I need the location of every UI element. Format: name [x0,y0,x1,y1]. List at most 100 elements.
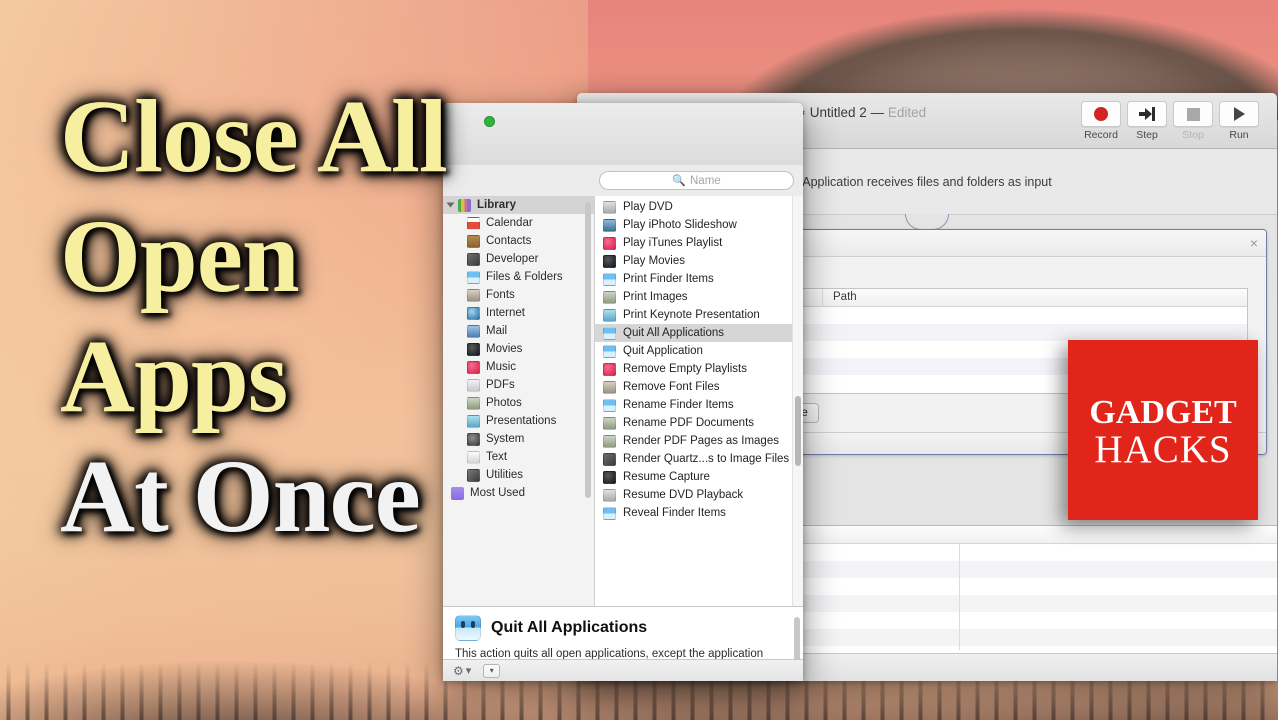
sidebar-item-system[interactable]: System [443,430,594,448]
library-description-pane: Quit All Applications This action quits … [443,606,803,659]
action-list-item[interactable]: Remove Empty Playlists [595,360,803,378]
action-list-item[interactable]: Rename Finder Items [595,396,803,414]
sidebar-root-library[interactable]: Library [443,196,594,214]
sidebar-item-internet[interactable]: Internet [443,304,594,322]
finder-face-icon [603,506,616,520]
sidebar-item-label: Mail [486,325,508,337]
sidebar-item-label: Music [486,361,517,373]
step-button[interactable]: Step [1127,101,1167,141]
sidebar-item-label: Text [486,451,508,463]
quicktime-icon [603,254,616,268]
sidebar-item-label: Internet [486,307,525,319]
maximize-green-button[interactable] [484,116,495,127]
system-gear-icon [467,432,480,446]
sidebar-item-contacts[interactable]: Contacts [443,232,594,250]
column-header-path[interactable]: Path [823,289,1247,306]
action-list-item[interactable]: Resume Capture [595,468,803,486]
step-arrow-icon [1127,101,1167,127]
automator-toolbar[interactable]: Record Step Stop Run [1081,101,1259,141]
action-list-item-label: Render PDF Pages as Images [623,435,779,447]
workflow-input-text: Application receives files and folders a… [802,174,1052,189]
finder-face-icon [603,398,616,412]
sidebar-item-label: Files & Folders [486,271,563,283]
sidebar-item-most-used[interactable]: Most Used [443,484,594,502]
sidebar-item-calendar[interactable]: Calendar [443,214,594,232]
pdf-page-icon [467,378,480,392]
stop-button[interactable]: Stop [1173,101,1213,141]
search-icon: 🔍 [672,175,686,187]
calendar-icon [467,216,480,230]
action-list-item-label: Rename PDF Documents [623,417,755,429]
sidebar-item-photos[interactable]: Photos [443,394,594,412]
search-placeholder: Name [690,174,721,187]
description-toggle-button[interactable]: ▾ [483,663,501,678]
keynote-podium-icon [467,414,480,428]
most-used-folder-icon [451,486,464,500]
library-bottom-bar[interactable]: ⚙ ▾ ▾ [443,659,803,681]
contacts-book-icon [467,234,480,248]
fontbook-icon [603,380,616,394]
action-list-item[interactable]: Print Images [595,288,803,306]
library-titlebar[interactable] [443,103,803,165]
sidebar-item-mail[interactable]: Mail [443,322,594,340]
sidebar-item-fonts[interactable]: Fonts [443,286,594,304]
sidebar-item-utilities[interactable]: Utilities [443,466,594,484]
action-list-item-label: Play iTunes Playlist [623,237,723,249]
action-list-item[interactable]: Reveal Finder Items [595,504,803,522]
library-body: Library Calendar Contacts Developer Files &… [443,196,803,606]
action-list-item[interactable]: Print Keynote Presentation [595,306,803,324]
action-list-item[interactable]: Quit All Applications [595,324,803,342]
logo-word-hacks: HACKS [1094,427,1232,471]
sidebar-item-label: Movies [486,343,523,355]
action-list-item-label: Resume DVD Playback [623,489,744,501]
action-list-item[interactable]: Print Finder Items [595,270,803,288]
sidebar-item-music[interactable]: Music [443,358,594,376]
action-list-item-label: Reveal Finder Items [623,507,726,519]
description-scrollbar[interactable] [794,617,800,659]
action-list-item-label: Remove Font Files [623,381,720,393]
finder-face-icon [603,272,616,286]
action-list-item[interactable]: Rename PDF Documents [595,414,803,432]
close-icon[interactable]: × [1250,236,1258,250]
action-list-item[interactable]: Resume DVD Playback [595,486,803,504]
automator-document-name: Untitled 2 [809,105,867,120]
finder-face-icon [603,326,616,340]
library-actions-list[interactable]: Play DVD Play iPhoto Slideshow Play iTunes… [595,196,803,606]
action-list-item-label: Rename Finder Items [623,399,734,411]
sidebar-item-label: Utilities [486,469,524,481]
run-button[interactable]: Run [1219,101,1259,141]
sidebar-item-label: Calendar [486,217,533,229]
sidebar-item-developer[interactable]: Developer [443,250,594,268]
actions-scrollbar-track[interactable] [792,196,803,606]
automator-title-dash: — [870,105,885,120]
fontbook-icon [467,288,480,302]
action-list-item-label: Quit All Applications [623,327,725,339]
keynote-podium-icon [603,308,616,322]
record-button[interactable]: Record [1081,101,1121,141]
action-list-item[interactable]: Play iTunes Playlist [595,234,803,252]
iphoto-icon [603,218,616,232]
action-list-item[interactable]: Render PDF Pages as Images [595,432,803,450]
sidebar-item-text[interactable]: Text [443,448,594,466]
sidebar-item-pdfs[interactable]: PDFs [443,376,594,394]
action-list-item[interactable]: Play iPhoto Slideshow [595,216,803,234]
action-gear-menu[interactable]: ⚙ ▾ [453,664,471,678]
chevron-down-icon[interactable] [446,202,455,208]
mail-stamp-icon [467,324,480,338]
sidebar-scrollbar[interactable] [585,202,591,498]
sidebar-item-presentations[interactable]: Presentations [443,412,594,430]
action-list-item[interactable]: Remove Font Files [595,378,803,396]
finder-face-icon [603,344,616,358]
action-list-item[interactable]: Play Movies [595,252,803,270]
logo-word-gadget: GADGET [1089,393,1237,431]
action-list-item[interactable]: Quit Application [595,342,803,360]
actions-scrollbar-thumb[interactable] [795,396,801,466]
library-search-field[interactable]: 🔍 Name [599,171,794,190]
library-sidebar[interactable]: Library Calendar Contacts Developer Files &… [443,196,595,606]
action-list-item[interactable]: Render Quartz...s to Image Files [595,450,803,468]
automator-library-window[interactable]: 🔍 Name Library Calendar Contacts Developer… [443,103,803,681]
sidebar-item-label: Presentations [486,415,557,427]
action-list-item[interactable]: Play DVD [595,198,803,216]
sidebar-item-movies[interactable]: Movies [443,340,594,358]
sidebar-item-files-folders[interactable]: Files & Folders [443,268,594,286]
